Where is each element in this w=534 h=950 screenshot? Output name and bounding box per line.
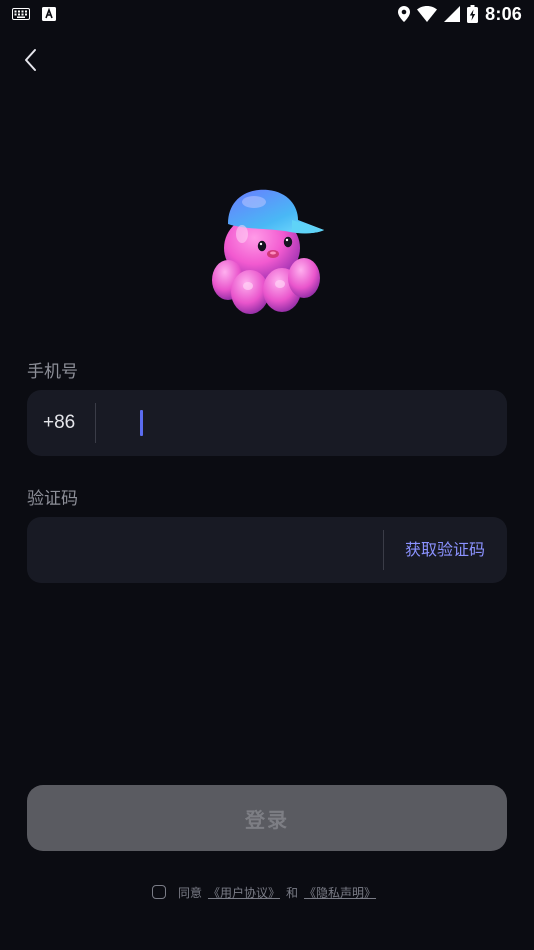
- keyboard-icon: [12, 8, 30, 20]
- code-input[interactable]: [43, 517, 373, 583]
- country-code-divider: [95, 403, 96, 443]
- get-code-button[interactable]: 获取验证码: [405, 517, 485, 583]
- status-bar: 8:06: [0, 0, 534, 28]
- agree-text: 同意: [177, 885, 202, 900]
- agree-checkbox[interactable]: [151, 885, 166, 899]
- phone-field: +86: [27, 390, 507, 456]
- agreement-row: 同意 《用户协议》 和 《隐私声明》: [0, 880, 534, 904]
- phone-label: 手机号: [27, 362, 78, 382]
- status-time: 8:06: [485, 3, 522, 24]
- login-screen: 8:06 手机号 +86 验证码 获取验证码 登录 同意 《用户协议》 和 《隐…: [0, 0, 534, 950]
- user-agreement-link[interactable]: 《用户协议》: [208, 884, 280, 901]
- back-button[interactable]: [14, 45, 48, 79]
- wifi-icon: [417, 6, 438, 22]
- chevron-left-icon: [24, 48, 38, 76]
- country-code-selector[interactable]: +86: [43, 390, 75, 456]
- battery-charging-icon: [467, 5, 479, 23]
- status-bar-left: [12, 7, 56, 21]
- login-button[interactable]: 登录: [27, 785, 507, 851]
- code-divider: [383, 530, 384, 570]
- text-caret: [140, 410, 143, 436]
- signal-icon: [444, 6, 461, 22]
- location-icon: [398, 6, 411, 22]
- octopus-mascot-icon: [206, 184, 330, 318]
- code-field: 获取验证码: [27, 517, 507, 583]
- and-text: 和: [286, 885, 299, 900]
- phone-input[interactable]: [111, 390, 491, 456]
- privacy-statement-link[interactable]: 《隐私声明》: [304, 884, 376, 901]
- code-label: 验证码: [27, 489, 78, 509]
- status-bar-right: 8:06: [398, 4, 522, 25]
- font-a-icon: [42, 7, 56, 21]
